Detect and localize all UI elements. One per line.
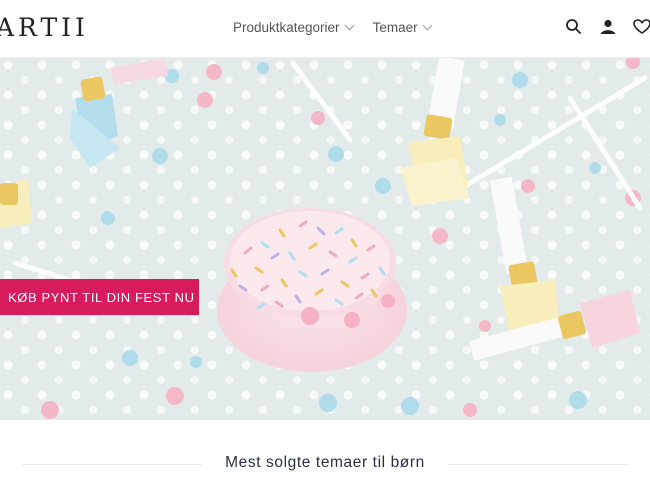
section-title: Mest solgte temaer til børn (211, 454, 439, 471)
site-logo[interactable]: ARTII (0, 13, 89, 43)
party-image (0, 58, 650, 420)
heart-icon[interactable] (632, 17, 650, 37)
cta-label: KØB PYNT TIL DIN FEST NU (8, 289, 195, 305)
header-icons (560, 17, 650, 37)
cta-button[interactable]: KØB PYNT TIL DIN FEST NU (0, 279, 199, 315)
chevron-down-icon (422, 20, 433, 31)
chevron-down-icon (344, 20, 355, 31)
user-icon[interactable] (598, 17, 618, 37)
search-icon[interactable] (564, 17, 584, 37)
main-nav: Produktkategorier Temaer (233, 20, 433, 35)
nav-temaer[interactable]: Temaer (372, 20, 433, 35)
nav-produktkategorier[interactable]: Produktkategorier (233, 20, 355, 35)
nav-label: Temaer (372, 20, 418, 35)
divider (448, 464, 628, 465)
hero-banner: KØB PYNT TIL DIN FEST NU (0, 58, 650, 420)
divider (22, 464, 202, 465)
section-heading: Mest solgte temaer til børn (0, 454, 650, 472)
nav-label: Produktkategorier (233, 20, 340, 35)
site-header: ARTII Produktkategorier Temaer (0, 0, 650, 58)
